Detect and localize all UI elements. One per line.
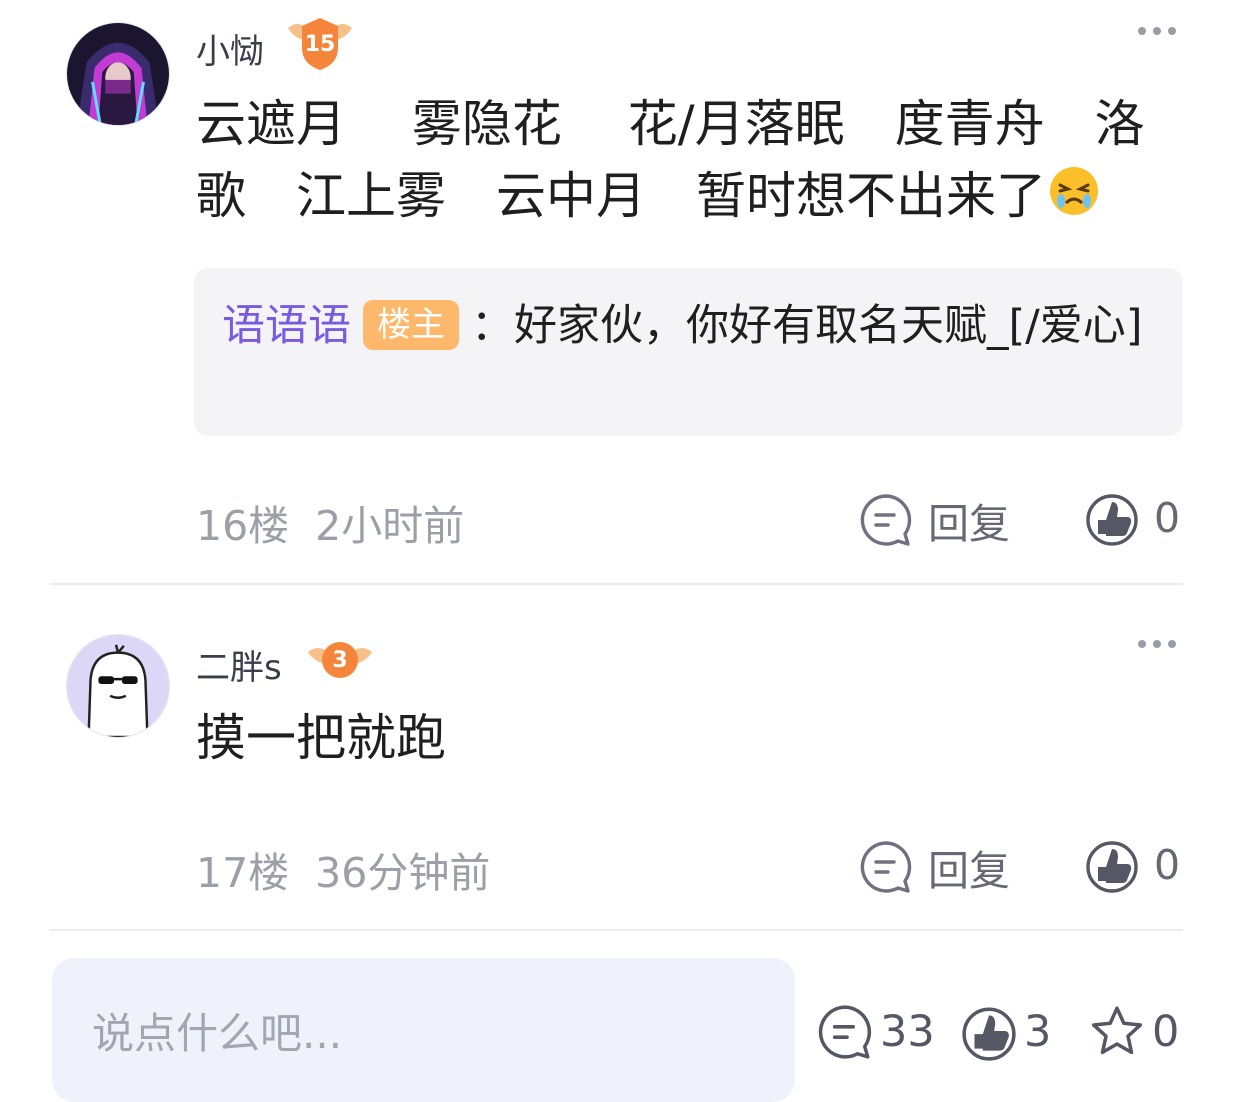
username[interactable]: 小恸 xyxy=(196,24,264,73)
post-like-count: 3 xyxy=(1024,1007,1052,1057)
input-placeholder: 说点什么吧... xyxy=(92,1008,343,1058)
more-options-icon[interactable] xyxy=(1136,637,1178,651)
thumbs-up-icon xyxy=(1084,490,1140,546)
reply-button[interactable]: 回复 xyxy=(858,490,1010,550)
reply-username[interactable]: 语语语 xyxy=(222,301,351,351)
comment-bubble-icon xyxy=(858,492,914,548)
comment-text: 云遮月 雾隐花 花/月落眠 度青舟 洛歌 江上雾 云中月 暂时想不出来了 xyxy=(196,95,1145,225)
avatar-hooded-figure-icon xyxy=(67,23,169,125)
comment-input[interactable]: 说点什么吧... xyxy=(52,958,795,1102)
comment-count: 33 xyxy=(880,1007,935,1057)
like-count: 0 xyxy=(1154,841,1181,889)
floor-number: 16楼 xyxy=(196,502,290,550)
reply-text: 好家伙，你好有取名天赋_[/爱心] xyxy=(514,301,1143,351)
comment-bubble-icon xyxy=(858,839,914,895)
reply-button[interactable]: 回复 xyxy=(858,837,1010,897)
level-number: 3 xyxy=(332,647,348,673)
like-button[interactable]: 0 xyxy=(1084,490,1180,546)
divider xyxy=(50,929,1183,931)
reply-separator: ： xyxy=(471,301,514,351)
comments-button[interactable]: 33 xyxy=(816,1003,935,1061)
reply-label: 回复 xyxy=(928,500,1010,548)
floor-number: 17楼 xyxy=(196,849,290,897)
comment-item: 二胖s 3 摸一把就跑 17楼 36分钟前 回复 0 xyxy=(0,600,1235,930)
like-count: 0 xyxy=(1154,494,1181,542)
post-like-button[interactable]: 3 xyxy=(960,1003,1051,1061)
star-icon xyxy=(1088,1003,1146,1061)
comment-meta: 16楼 2小时前 xyxy=(196,492,464,552)
thumbs-up-icon xyxy=(1084,837,1140,893)
comment-content: 云遮月 雾隐花 花/月落眠 度青舟 洛歌 江上雾 云中月 暂时想不出来了 xyxy=(196,88,1181,232)
level-number: 15 xyxy=(304,31,336,57)
divider xyxy=(50,583,1183,585)
like-button[interactable]: 0 xyxy=(1084,837,1180,893)
level-badge: 15 xyxy=(284,14,356,74)
more-options-icon[interactable] xyxy=(1136,24,1178,38)
avatar[interactable] xyxy=(66,22,170,126)
favorite-button[interactable]: 0 xyxy=(1088,1003,1179,1061)
level-badge: 3 xyxy=(304,630,376,690)
timestamp: 36分钟前 xyxy=(315,849,491,897)
reply-label: 回复 xyxy=(928,847,1010,895)
favorite-count: 0 xyxy=(1152,1007,1180,1057)
timestamp: 2小时前 xyxy=(315,502,465,550)
reply-preview[interactable]: 语语语 楼主 ：好家伙，你好有取名天赋_[/爱心] xyxy=(194,268,1183,436)
owner-tag: 楼主 xyxy=(363,300,459,350)
crying-face-emoji-icon xyxy=(1048,165,1100,217)
avatar[interactable] xyxy=(66,634,170,738)
thumbs-up-icon xyxy=(960,1003,1018,1061)
comment-content: 摸一把就跑 xyxy=(196,709,446,767)
username[interactable]: 二胖s xyxy=(196,640,282,689)
comment-item: 小恸 15 云遮月 雾隐花 花/月落眠 度青舟 洛歌 江上雾 云中月 暂时想不出… xyxy=(0,0,1235,585)
comment-bubble-icon xyxy=(816,1003,874,1061)
comment-meta: 17楼 36分钟前 xyxy=(196,839,490,899)
avatar-cartoon-ghost-icon xyxy=(67,635,169,737)
